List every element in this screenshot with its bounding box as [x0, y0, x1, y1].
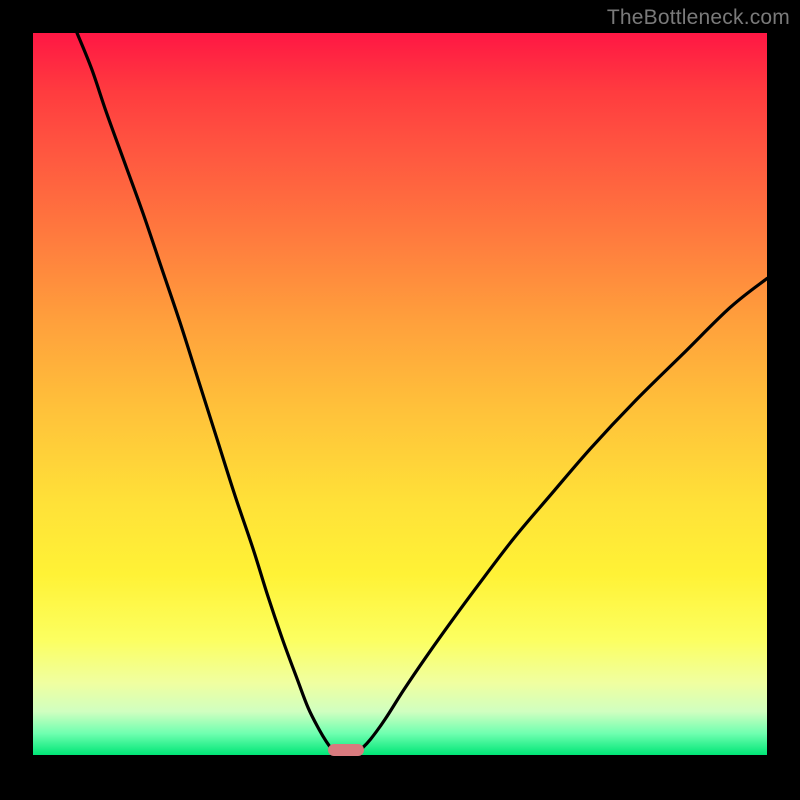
curve-svg — [33, 33, 767, 755]
bottleneck-marker — [328, 744, 364, 756]
watermark-label: TheBottleneck.com — [607, 6, 790, 30]
outer-frame: TheBottleneck.com — [0, 0, 800, 800]
curve-right-branch — [356, 278, 767, 753]
curve-left-branch — [77, 33, 336, 754]
